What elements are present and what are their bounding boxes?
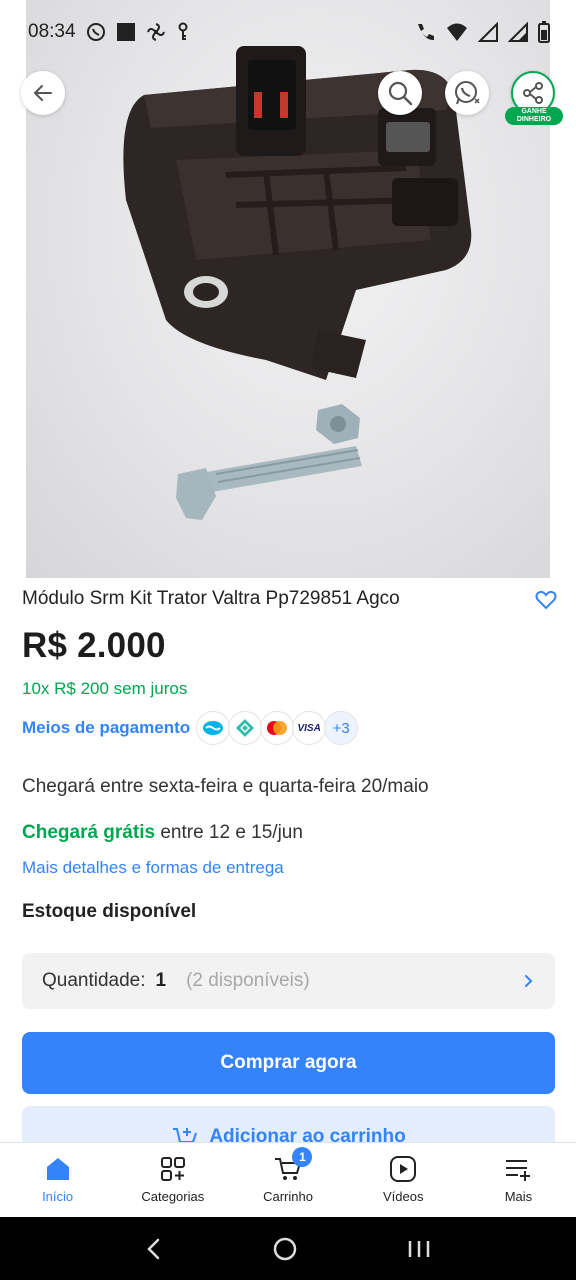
bottom-navigation: Início Categorias 1 Carrinho Vídeos Mais [0,1142,576,1217]
free-shipping-info: Chegará grátis entre 12 e 15/jun [22,822,303,844]
cart-count-badge: 1 [292,1147,313,1167]
status-time: 08:34 [28,21,76,42]
nav-item-categories[interactable]: Categorias [115,1143,230,1217]
quantity-label: Quantidade: [42,970,146,991]
nav-item-home[interactable]: Início [0,1143,115,1217]
product-price: R$ 2.000 [22,626,166,665]
key-icon [178,22,188,40]
quantity-available: (2 disponíveis) [186,970,310,991]
free-shipping-label: Chegará grátis [22,822,156,843]
search-button[interactable] [378,71,422,115]
system-back-icon[interactable] [144,1237,164,1261]
installments-text: 10x R$ 200 sem juros [22,679,188,698]
heart-icon[interactable] [535,590,557,610]
whatsapp-notification-icon [86,23,105,41]
system-recents-icon[interactable] [406,1237,432,1261]
battery-icon [538,21,550,43]
arrow-left-icon [34,85,52,101]
mastercard-icon [260,711,295,745]
app-notification-icon [116,23,135,41]
menu-plus-icon [506,1160,531,1181]
share-icon [523,82,543,104]
visa-icon: VISA [292,711,327,745]
buy-now-button[interactable]: Comprar agora [22,1032,555,1094]
payment-methods-row[interactable]: Meios de pagamento VISA +3 [22,708,359,748]
payment-methods-link[interactable]: Meios de pagamento [22,718,190,738]
whatsapp-icon [455,81,480,105]
earn-money-badge: GANHE DINHEIRO [505,107,563,125]
system-navigation-bar [0,1217,576,1280]
more-payment-methods[interactable]: +3 [324,711,359,745]
nav-label-videos: Vídeos [382,1189,424,1204]
video-icon [390,1156,417,1182]
whatsapp-share-button[interactable] [445,71,489,115]
call-icon [418,24,434,41]
nav-item-more[interactable]: Mais [461,1143,576,1217]
nav-label-cart: Carrinho [263,1189,313,1204]
nav-label-home: Início [42,1189,74,1204]
quantity-value: 1 [155,970,167,991]
wifi-icon [447,23,467,41]
nav-item-cart[interactable]: 1 Carrinho [230,1143,345,1217]
signal-icon-2 [508,22,528,42]
system-home-icon[interactable] [272,1236,298,1262]
product-title: Módulo Srm Kit Trator Valtra Pp729851 Ag… [22,588,400,609]
product-image-area[interactable]: GANHE DINHEIRO [0,0,576,578]
status-bar: 08:34 [0,0,576,64]
back-button[interactable] [21,71,65,115]
categories-icon [160,1157,185,1181]
nav-label-more: Mais [504,1189,533,1204]
search-icon [388,81,413,106]
free-shipping-dates: entre 12 e 15/jun [155,822,303,843]
nav-item-videos[interactable]: Vídeos [346,1143,461,1217]
shipping-details-link[interactable]: Mais detalhes e formas de entrega [22,858,284,878]
home-icon [46,1158,69,1180]
pix-icon [228,711,263,745]
mercado-pago-icon [196,711,231,745]
stock-status: Estoque disponível [22,901,197,922]
arrival-estimate: Chegará entre sexta-feira e quarta-feira… [22,776,429,797]
signal-icon [478,22,498,42]
chevron-right-icon [525,975,533,987]
fan-icon [146,23,165,41]
quantity-selector[interactable]: Quantidade: 1 (2 disponíveis) [22,953,555,1009]
nav-label-categories: Categorias [141,1189,205,1204]
